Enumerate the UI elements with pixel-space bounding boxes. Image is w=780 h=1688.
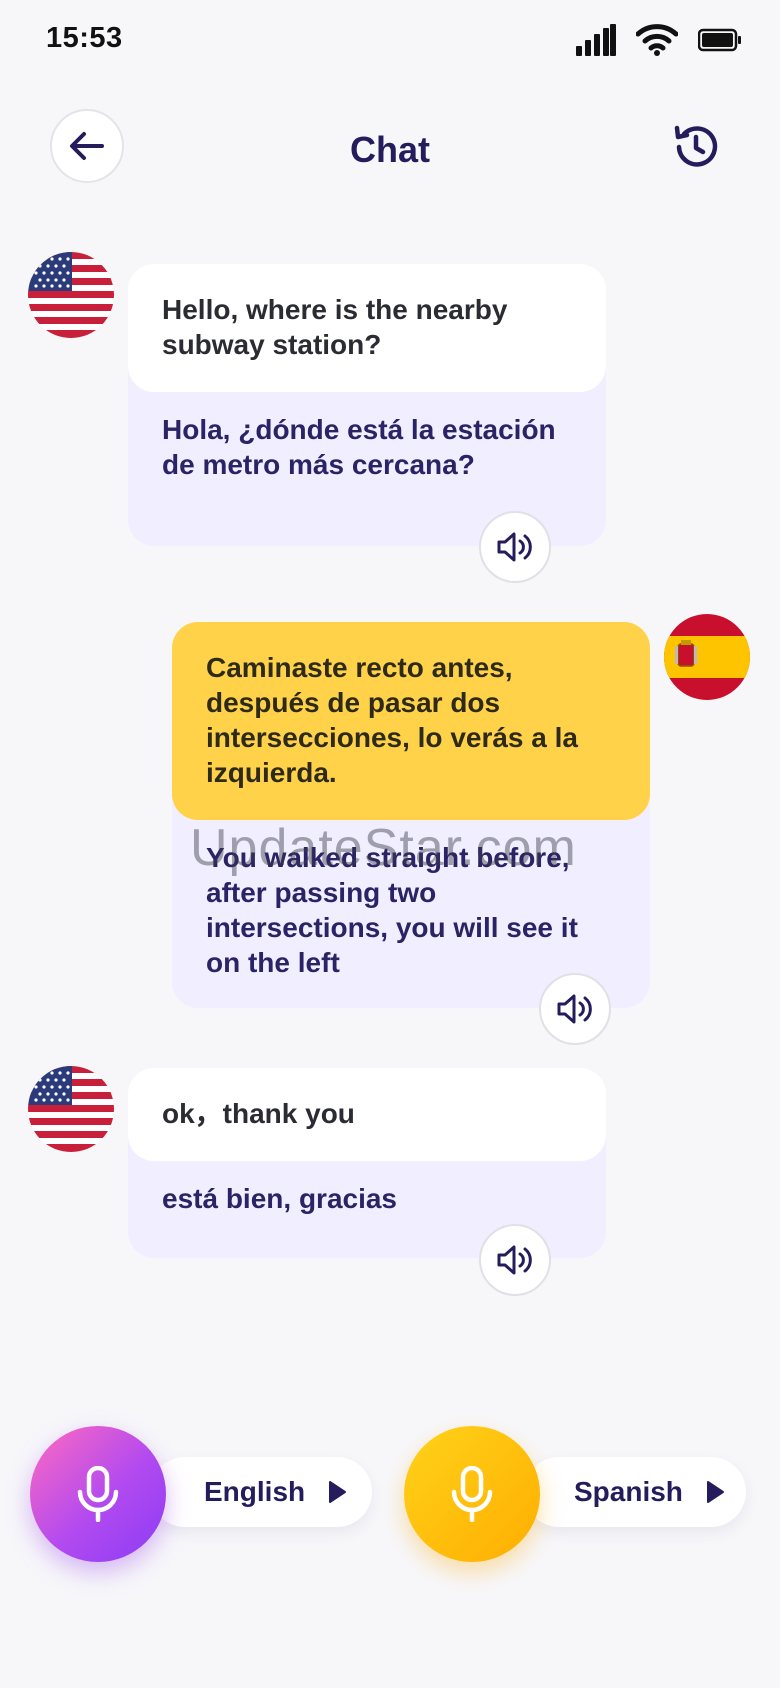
message-translation-text: Hola, ¿dónde está la estación de metro m… — [162, 414, 556, 480]
language-label: English — [204, 1476, 306, 1507]
history-button[interactable] — [668, 119, 724, 175]
play-audio-button[interactable] — [539, 973, 611, 1045]
play-triangle-icon — [706, 1481, 724, 1503]
wifi-icon — [636, 24, 678, 56]
message-bubble: Hello, where is the nearby subway statio… — [128, 264, 606, 546]
spain-flag-icon — [664, 614, 750, 700]
language-selector-english[interactable]: English — [150, 1457, 372, 1527]
signal-icon — [576, 24, 616, 56]
speaker-icon — [497, 1245, 532, 1275]
message-original-text: Caminaste recto antes, después de pasar … — [172, 622, 650, 820]
status-icons — [576, 24, 742, 56]
message-bubble: Caminaste recto antes, después de pasar … — [172, 622, 650, 1008]
speaker-icon — [497, 532, 532, 562]
header: Chat — [0, 105, 780, 195]
message-original-text: ok，thank you — [128, 1068, 606, 1161]
us-flag-icon — [28, 252, 114, 338]
speaker-icon — [557, 994, 592, 1024]
status-bar: 15:53 — [0, 0, 780, 80]
message-original-text: Hello, where is the nearby subway statio… — [128, 264, 606, 392]
spain-flag-avatar — [664, 614, 750, 700]
microphone-icon — [451, 1466, 493, 1522]
play-audio-button[interactable] — [479, 511, 551, 583]
us-flag-avatar — [28, 1066, 114, 1152]
play-triangle-icon — [329, 1481, 347, 1503]
battery-icon — [698, 28, 741, 52]
us-flag-avatar — [28, 252, 114, 338]
language-selector-spanish[interactable]: Spanish — [524, 1457, 746, 1527]
mic-button-spanish[interactable] — [404, 1426, 540, 1562]
bottom-controls: English Spanish — [0, 1420, 780, 1570]
page-title: Chat — [350, 129, 430, 170]
mic-button-english[interactable] — [30, 1426, 166, 1562]
microphone-icon — [77, 1466, 119, 1522]
language-label: Spanish — [574, 1476, 683, 1507]
status-time: 15:53 — [46, 22, 123, 54]
play-audio-button[interactable] — [479, 1224, 551, 1296]
history-icon — [674, 125, 718, 167]
us-flag-icon — [28, 1066, 114, 1152]
